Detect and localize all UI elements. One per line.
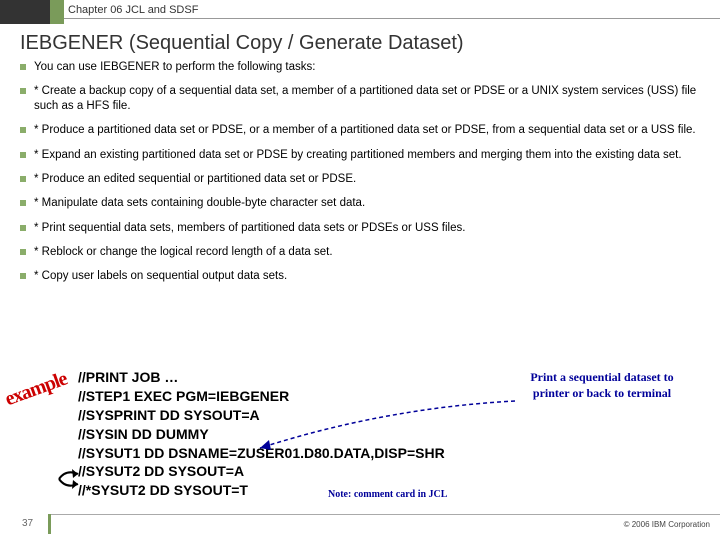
bullet-item: * Expand an existing partitioned data se… [20,148,708,162]
bullet-item: * Produce a partitioned data set or PDSE… [20,123,708,137]
bullet-item: * Reblock or change the logical record l… [20,245,708,259]
bullet-list: You can use IEBGENER to perform the foll… [20,60,708,294]
annotation-comment-card: Note: comment card in JCL [328,489,447,500]
jcl-code-block: //PRINT JOB … //STEP1 EXEC PGM=IEBGENER … [78,368,445,500]
example-watermark: example [2,368,70,412]
footer-rule [48,514,720,515]
bullet-item: * Print sequential data sets, members of… [20,221,708,235]
page-title: IEBGENER (Sequential Copy / Generate Dat… [20,32,464,55]
bullet-item: * Produce an edited sequential or partit… [20,172,708,186]
header-green-accent [50,0,64,24]
bullet-item: * Copy user labels on sequential output … [20,269,708,283]
annotation-print-sequential: Print a sequential dataset to printer or… [522,370,682,401]
bullet-item: * Create a backup copy of a sequential d… [20,84,708,113]
footer: 37 © 2006 IBM Corporation [0,514,720,534]
slide-number: 37 [22,518,33,529]
bullet-item: * Manipulate data sets containing double… [20,196,708,210]
copyright-text: © 2006 IBM Corporation [624,520,710,529]
footer-green-accent [48,514,51,534]
bullet-item: You can use IEBGENER to perform the foll… [20,60,708,74]
header-rule [64,18,720,19]
header-bar: Chapter 06 JCL and SDSF [0,0,720,24]
header-chapter-text: Chapter 06 JCL and SDSF [68,4,198,16]
